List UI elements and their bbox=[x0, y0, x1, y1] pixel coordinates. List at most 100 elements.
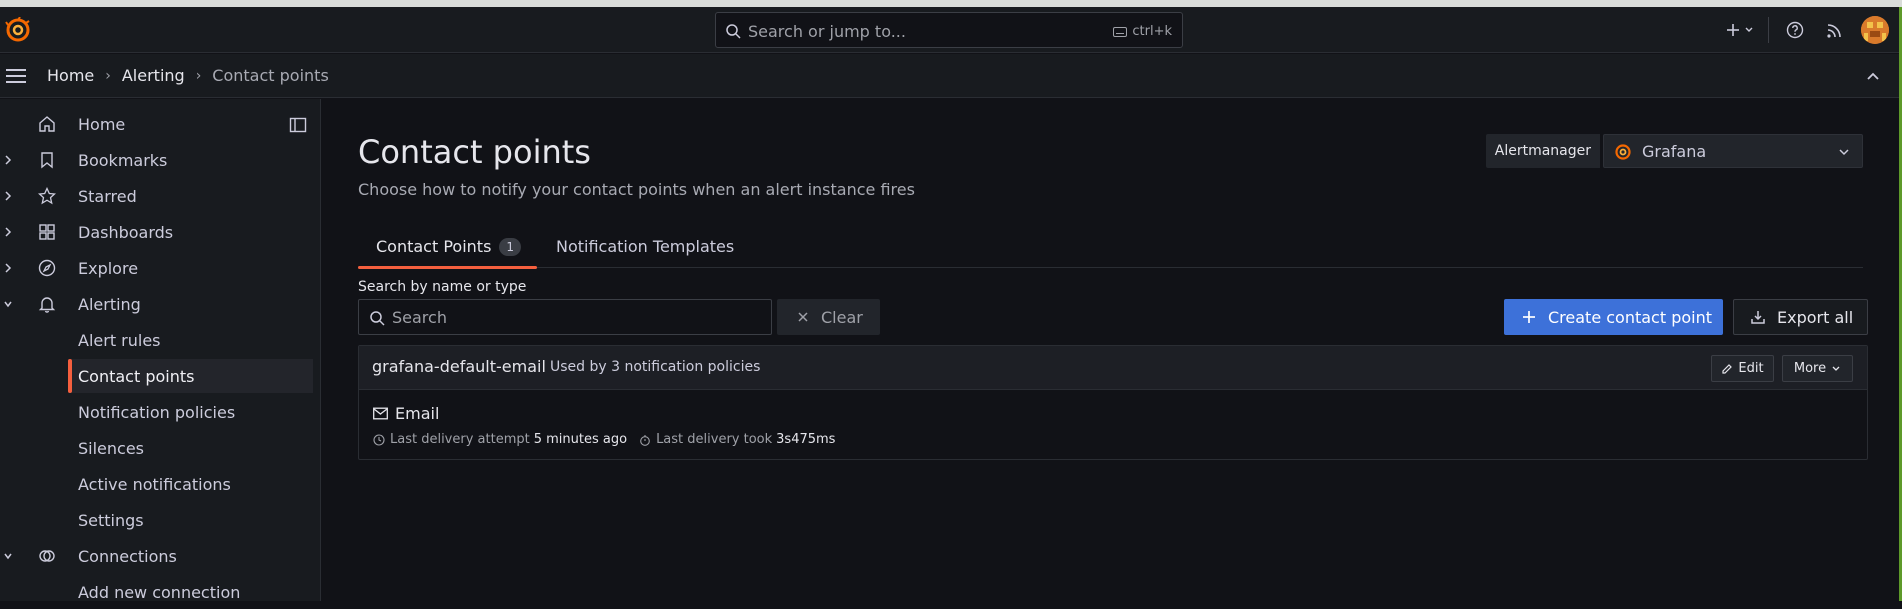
plus-icon bbox=[1523, 311, 1535, 323]
help-button[interactable] bbox=[1775, 14, 1815, 46]
search-placeholder: Search bbox=[392, 308, 447, 327]
chevron-right-icon[interactable] bbox=[3, 261, 13, 275]
search-contact-points-input[interactable]: Search bbox=[358, 299, 772, 335]
breadcrumb-home[interactable]: Home bbox=[47, 66, 94, 85]
window-frame-top bbox=[0, 0, 1902, 7]
edit-label: Edit bbox=[1738, 361, 1764, 376]
tab-label: Notification Templates bbox=[556, 237, 735, 256]
main-content: Contact points Choose how to notify your… bbox=[322, 99, 1899, 601]
bell-icon bbox=[38, 297, 56, 313]
search-label: Search by name or type bbox=[358, 279, 527, 295]
sidebar-item-contact-points[interactable]: Contact points bbox=[68, 359, 313, 393]
last-took-value: 3s475ms bbox=[776, 432, 836, 447]
stopwatch-icon bbox=[640, 434, 650, 446]
last-attempt-label: Last delivery attempt bbox=[390, 432, 530, 447]
sidebar-item-label: Alerting bbox=[78, 294, 141, 314]
sidebar-item-connections[interactable]: Connections bbox=[0, 540, 321, 572]
envelope-icon bbox=[373, 407, 388, 420]
sidebar-item-settings[interactable]: Settings bbox=[68, 503, 313, 537]
sidebar-item-label: Explore bbox=[78, 258, 139, 278]
more-button[interactable]: More bbox=[1782, 355, 1853, 382]
integration-type: Email bbox=[395, 404, 440, 423]
more-label: More bbox=[1793, 361, 1827, 376]
alertmanager-label: Alertmanager bbox=[1485, 134, 1600, 168]
alertmanager-picker: Alertmanager Grafana bbox=[1485, 134, 1863, 168]
user-avatar[interactable] bbox=[1861, 16, 1889, 44]
connections-icon bbox=[39, 550, 55, 562]
new-button[interactable] bbox=[1722, 14, 1762, 46]
pen-icon bbox=[1722, 363, 1733, 374]
keyboard-icon bbox=[1113, 26, 1128, 37]
sidebar-item-alerting[interactable]: Alerting bbox=[0, 288, 321, 320]
help-icon bbox=[1786, 21, 1804, 39]
alertmanager-value: Grafana bbox=[1642, 142, 1707, 161]
close-icon bbox=[798, 312, 808, 322]
chevron-right-icon[interactable] bbox=[3, 153, 13, 167]
sidebar-item-home[interactable]: Home bbox=[0, 108, 321, 140]
global-search-input[interactable]: Search or jump to... ctrl+k bbox=[715, 12, 1183, 48]
chevron-right-icon[interactable] bbox=[3, 225, 13, 239]
breadcrumb: Home › Alerting › Contact points bbox=[47, 66, 329, 85]
delivery-meta: Last delivery attempt 5 minutes ago Last… bbox=[373, 432, 835, 447]
download-icon bbox=[1751, 311, 1765, 324]
clear-button[interactable]: Clear bbox=[777, 299, 880, 335]
chevron-down-icon[interactable] bbox=[3, 297, 13, 311]
clear-label: Clear bbox=[821, 307, 863, 327]
sidebar-item-label: Bookmarks bbox=[78, 150, 168, 170]
sidebar-item-label: Contact points bbox=[78, 366, 195, 386]
export-all-button[interactable]: Export all bbox=[1733, 299, 1868, 335]
top-bar: Search or jump to... ctrl+k bbox=[0, 7, 1899, 53]
menu-icon[interactable] bbox=[4, 65, 28, 87]
chevron-up-icon[interactable] bbox=[1865, 68, 1881, 84]
contact-point-used-by: Used by 3 notification policies bbox=[550, 359, 761, 375]
news-button[interactable] bbox=[1815, 14, 1855, 46]
sidebar-item-label: Dashboards bbox=[78, 222, 174, 242]
sidebar-item-starred[interactable]: Starred bbox=[0, 180, 321, 212]
sidebar-item-active-notifications[interactable]: Active notifications bbox=[68, 467, 313, 501]
breadcrumb-contact-points: Contact points bbox=[212, 66, 329, 85]
tabs: Contact Points 1 Notification Templates bbox=[358, 225, 1863, 269]
tab-contact-points[interactable]: Contact Points 1 bbox=[358, 225, 537, 269]
sidebar-item-explore[interactable]: Explore bbox=[0, 252, 321, 284]
bookmark-icon bbox=[41, 152, 53, 169]
search-placeholder: Search or jump to... bbox=[748, 22, 906, 41]
chevron-right-icon[interactable] bbox=[3, 189, 13, 203]
search-icon bbox=[726, 24, 741, 39]
grafana-logo-icon[interactable] bbox=[5, 17, 31, 43]
page-title: Contact points bbox=[358, 133, 591, 171]
export-label: Export all bbox=[1777, 307, 1854, 327]
sidebar-item-dashboards[interactable]: Dashboards bbox=[0, 216, 321, 248]
sidebar-item-alert-rules[interactable]: Alert rules bbox=[68, 323, 313, 357]
sidebar-item-silences[interactable]: Silences bbox=[68, 431, 313, 465]
tab-count-badge: 1 bbox=[499, 237, 522, 256]
last-took-label: Last delivery took bbox=[656, 432, 773, 447]
sidebar-item-label: Home bbox=[78, 114, 126, 134]
sidebar-item-add-new-connection[interactable]: Add new connection bbox=[68, 575, 313, 609]
sidebar-item-notification-policies[interactable]: Notification policies bbox=[68, 395, 313, 429]
sidebar-item-bookmarks[interactable]: Bookmarks bbox=[0, 144, 321, 176]
home-icon bbox=[39, 116, 55, 132]
create-label: Create contact point bbox=[1548, 307, 1713, 327]
star-icon bbox=[38, 187, 56, 205]
create-contact-point-button[interactable]: Create contact point bbox=[1504, 299, 1723, 335]
avatar-image bbox=[1861, 16, 1889, 44]
integration-row: Email bbox=[373, 404, 439, 423]
search-shortcut: ctrl+k bbox=[1113, 24, 1172, 39]
contact-point-header: grafana-default-email Used by 3 notifica… bbox=[359, 346, 1867, 390]
rss-icon bbox=[1827, 24, 1841, 38]
chevron-right-icon: › bbox=[105, 67, 111, 84]
chevron-down-icon bbox=[1839, 149, 1849, 156]
last-took: Last delivery took 3s475ms bbox=[639, 432, 835, 447]
search-shortcut-label: ctrl+k bbox=[1132, 24, 1172, 39]
chevron-down-icon bbox=[1832, 366, 1840, 371]
contact-point-card: grafana-default-email Used by 3 notifica… bbox=[358, 345, 1868, 460]
sidebar: Home Bookmarks Starred Dashboards Explor… bbox=[0, 99, 321, 602]
compass-icon bbox=[38, 259, 56, 277]
tab-notification-templates[interactable]: Notification Templates bbox=[556, 225, 734, 268]
grafana-icon bbox=[1615, 144, 1631, 160]
contact-point-name: grafana-default-email bbox=[372, 357, 546, 376]
chevron-down-icon[interactable] bbox=[3, 549, 13, 563]
breadcrumb-alerting[interactable]: Alerting bbox=[122, 66, 185, 85]
alertmanager-select[interactable]: Grafana bbox=[1603, 134, 1863, 168]
edit-button[interactable]: Edit bbox=[1711, 355, 1774, 382]
